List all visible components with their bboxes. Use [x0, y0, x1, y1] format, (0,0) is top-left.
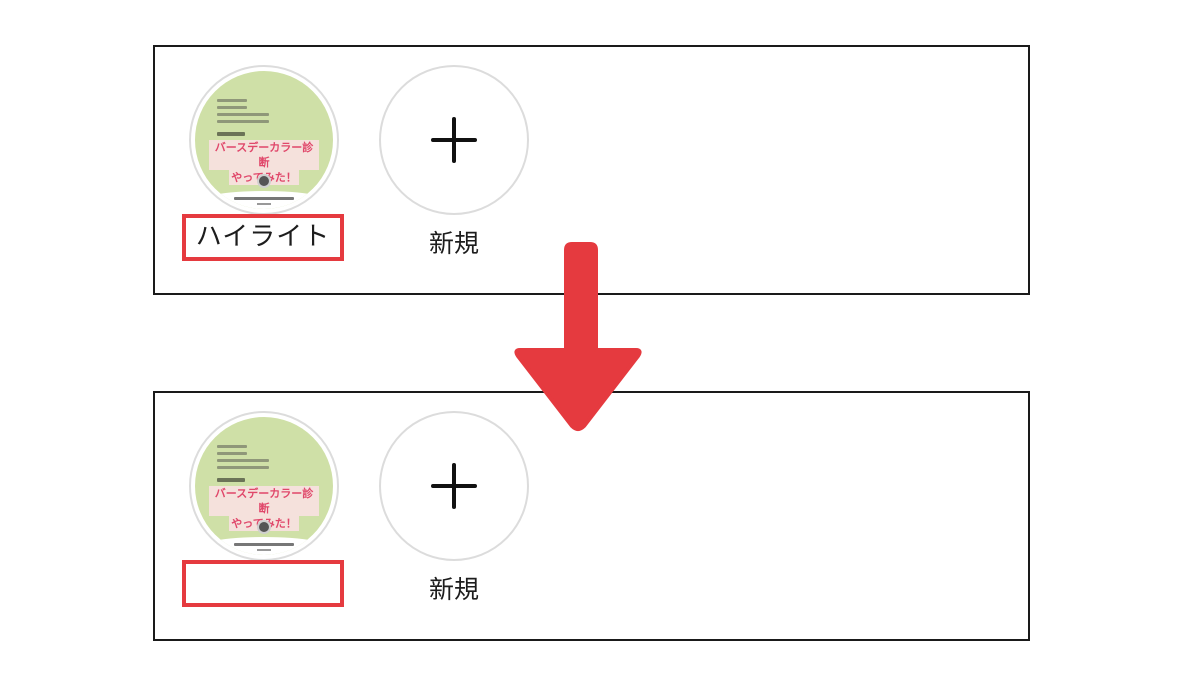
- highlight-cover-button[interactable]: バースデーカラー診断 やってみた！: [189, 65, 339, 215]
- cover-banner-line1: バースデーカラー診断: [209, 140, 319, 170]
- highlight-label-empty[interactable]: [186, 564, 340, 603]
- down-arrow-icon: [514, 242, 642, 431]
- highlight-cover-button[interactable]: バースデーカラー診断 やってみた！: [189, 411, 339, 561]
- new-highlight-label: 新規: [428, 575, 479, 604]
- cover-badge-icon: [257, 174, 271, 188]
- cover-badge-icon: [257, 520, 271, 534]
- highlight-label[interactable]: ハイライト: [186, 218, 340, 257]
- new-highlight-button[interactable]: [379, 65, 529, 215]
- cover-footer: [195, 191, 333, 209]
- new-highlight-label: 新規: [428, 229, 479, 258]
- cover-banner-line1: バースデーカラー診断: [209, 486, 319, 516]
- highlight-label-emphasis-box: ハイライト: [182, 214, 344, 261]
- new-highlight-button[interactable]: [379, 411, 529, 561]
- cover-footer: [195, 537, 333, 555]
- highlight-cover-image: バースデーカラー診断 やってみた！: [195, 417, 333, 555]
- highlight-label-emphasis-box: [182, 560, 344, 607]
- highlight-cover-image: バースデーカラー診断 やってみた！: [195, 71, 333, 209]
